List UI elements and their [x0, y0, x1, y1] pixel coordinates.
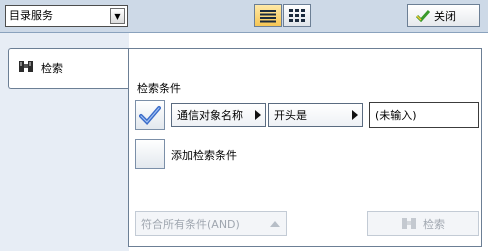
operator-select[interactable]: 开头是 [268, 103, 363, 127]
list-view-button[interactable] [254, 4, 282, 27]
service-dropdown-value: 目录服务 [9, 9, 53, 22]
list-view-icon [260, 9, 276, 22]
check-icon [416, 9, 430, 22]
service-dropdown[interactable]: 目录服务 ▼ [5, 5, 128, 27]
search-button[interactable]: 检索 [367, 211, 479, 236]
arrow-right-icon [255, 110, 261, 120]
checkmark-icon [139, 106, 161, 125]
tab-search-label: 检索 [41, 62, 63, 75]
binoculars-icon [19, 61, 33, 72]
add-condition-checkbox[interactable] [135, 139, 165, 169]
close-label: 关闭 [434, 9, 456, 23]
match-mode-select[interactable]: 符合所有条件(AND) [135, 211, 287, 236]
match-mode-label: 符合所有条件(AND) [141, 217, 240, 231]
tab-search[interactable]: 检索 [8, 48, 129, 89]
section-title: 检索条件 [137, 82, 181, 95]
close-button[interactable]: 关闭 [407, 4, 480, 27]
arrow-right-icon [352, 110, 358, 120]
operator-select-label: 开头是 [274, 109, 307, 122]
field-select-label: 通信对象名称 [177, 109, 243, 122]
search-button-label: 检索 [423, 217, 445, 231]
condition-checkbox[interactable] [135, 100, 165, 130]
grid-view-icon [289, 8, 305, 22]
grid-view-button[interactable] [283, 4, 311, 27]
add-condition-label: 添加检索条件 [171, 149, 237, 162]
binoculars-icon [402, 218, 416, 229]
arrow-up-icon [270, 221, 280, 227]
value-input[interactable]: (未输入) [369, 102, 479, 128]
field-select[interactable]: 通信对象名称 [171, 103, 266, 127]
value-input-text: (未输入) [375, 109, 417, 122]
chevron-down-icon[interactable]: ▼ [110, 8, 125, 24]
